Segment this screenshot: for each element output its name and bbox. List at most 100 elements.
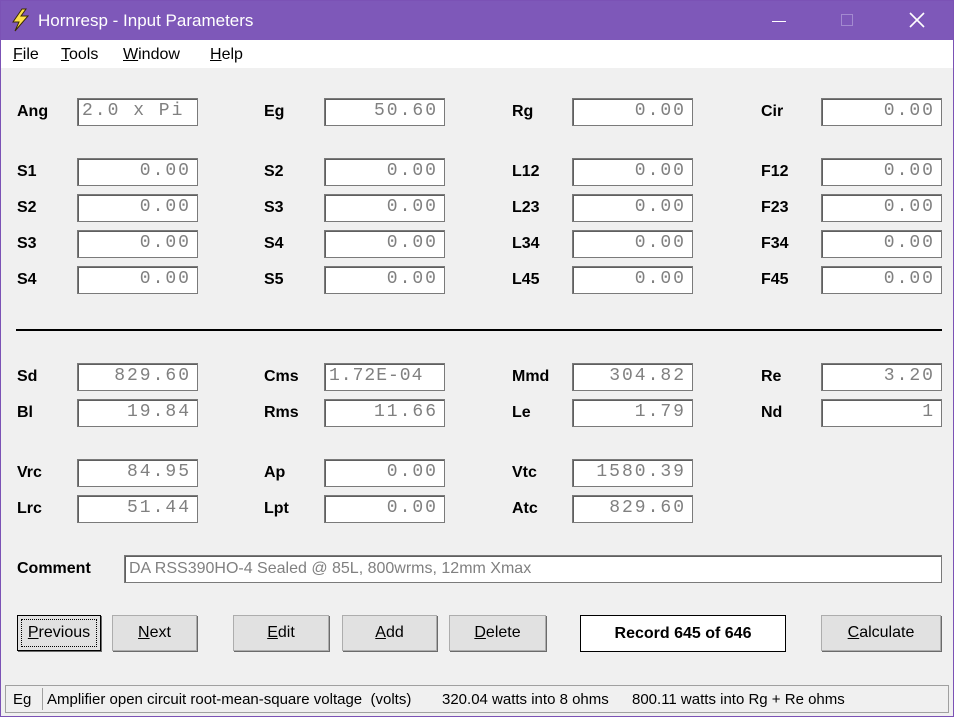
f12-field[interactable]: 0.00 [821,158,942,186]
edit-hotkey: E [267,624,278,641]
menu-file-hotkey: F [13,46,23,63]
next-hotkey: N [138,624,150,641]
add-hotkey: A [375,624,386,641]
status-param: Eg [13,691,32,708]
l12-label: L12 [512,163,540,180]
ang-label: Ang [17,103,49,120]
menu-window[interactable]: Window [123,46,180,64]
add-button[interactable]: Add [342,615,437,651]
comment-label: Comment [17,560,91,577]
l45-field[interactable]: 0.00 [572,266,693,294]
sd-field[interactable]: 829.60 [77,363,198,391]
comment-field[interactable]: DA RSS390HO-4 Sealed @ 85L, 800wrms, 12m… [124,555,942,583]
s4-field[interactable]: 0.00 [77,266,198,294]
close-button[interactable] [894,1,940,40]
menu-file[interactable]: File [13,46,39,64]
section-divider [16,329,942,331]
f23-label: F23 [761,199,789,216]
s3-field[interactable]: 0.00 [77,230,198,258]
eg-field[interactable]: 50.60 [324,98,445,126]
f34-field[interactable]: 0.00 [821,230,942,258]
menu-help-hotkey: H [210,46,222,63]
l12-field[interactable]: 0.00 [572,158,693,186]
f23-field[interactable]: 0.00 [821,194,942,222]
status-power-8ohm: 320.04 watts into 8 ohms [442,691,609,708]
cms-label: Cms [264,368,299,385]
status-bar: Eg Amplifier open circuit root-mean-squa… [5,685,949,713]
minimize-icon [772,21,786,22]
calculate-hotkey: C [847,624,860,641]
mmd-field[interactable]: 304.82 [572,363,693,391]
menu-file-label: ile [22,46,39,63]
lpt-label: Lpt [264,500,289,517]
cir-label: Cir [761,103,784,120]
vtc-field[interactable]: 1580.39 [572,459,693,487]
lrc-label: Lrc [17,500,42,517]
status-divider [42,688,43,710]
lrc-field[interactable]: 51.44 [77,495,198,523]
s4-end-label: S4 [264,235,284,252]
s1-field[interactable]: 0.00 [77,158,198,186]
l34-field[interactable]: 0.00 [572,230,693,258]
lpt-field[interactable]: 0.00 [324,495,445,523]
edit-button[interactable]: Edit [233,615,329,651]
menu-help[interactable]: Help [210,46,243,64]
menu-tools[interactable]: Tools [61,46,98,64]
record-indicator: Record 645 of 646 [580,615,786,652]
edit-label: dit [277,624,295,641]
atc-field[interactable]: 829.60 [572,495,693,523]
title-bar[interactable]: Hornresp - Input Parameters [1,1,953,40]
vrc-field[interactable]: 84.95 [77,459,198,487]
f45-field[interactable]: 0.00 [821,266,942,294]
menu-tools-hotkey: T [61,46,69,63]
l45-label: L45 [512,271,540,288]
re-field[interactable]: 3.20 [821,363,942,391]
calculate-button[interactable]: Calculate [821,615,941,651]
close-icon [908,12,926,33]
delete-hotkey: D [474,624,486,641]
rg-field[interactable]: 0.00 [572,98,693,126]
s1-label: S1 [17,163,37,180]
maximize-button[interactable] [823,1,869,40]
bl-field[interactable]: 19.84 [77,399,198,427]
vtc-label: Vtc [512,464,537,481]
add-label: dd [385,624,404,641]
next-button[interactable]: Next [112,615,197,651]
cms-field[interactable]: 1.72E-04 [324,363,445,391]
rms-label: Rms [264,404,299,421]
f45-label: F45 [761,271,789,288]
l23-field[interactable]: 0.00 [572,194,693,222]
delete-label: elete [485,624,521,641]
previous-button[interactable]: Previous [17,615,101,651]
s3-label: S3 [17,235,37,252]
nd-label: Nd [761,404,783,421]
s2-end-field[interactable]: 0.00 [324,158,445,186]
nd-field[interactable]: 1 [821,399,942,427]
ap-field[interactable]: 0.00 [324,459,445,487]
delete-button[interactable]: Delete [449,615,546,651]
rms-field[interactable]: 11.66 [324,399,445,427]
s4-end-field[interactable]: 0.00 [324,230,445,258]
window-title: Hornresp - Input Parameters [38,11,254,30]
s2-field[interactable]: 0.00 [77,194,198,222]
mmd-label: Mmd [512,368,550,385]
s2-label: S2 [17,199,37,216]
ang-field[interactable]: 2.0 x Pi [77,98,198,126]
menu-tools-label: ools [69,46,99,63]
s5-field[interactable]: 0.00 [324,266,445,294]
status-description: Amplifier open circuit root-mean-square … [47,691,412,708]
le-field[interactable]: 1.79 [572,399,693,427]
application-window: Hornresp - Input Parameters File Tools W… [0,0,954,717]
s4-label: S4 [17,271,37,288]
lightning-icon [9,8,31,32]
f12-label: F12 [761,163,789,180]
l23-label: L23 [512,199,540,216]
menu-help-label: elp [221,46,243,63]
menu-window-hotkey: W [123,46,139,63]
minimize-button[interactable] [755,1,801,40]
s3-end-field[interactable]: 0.00 [324,194,445,222]
f34-label: F34 [761,235,789,252]
cir-field[interactable]: 0.00 [821,98,942,126]
maximize-icon [841,14,853,26]
atc-label: Atc [512,500,538,517]
